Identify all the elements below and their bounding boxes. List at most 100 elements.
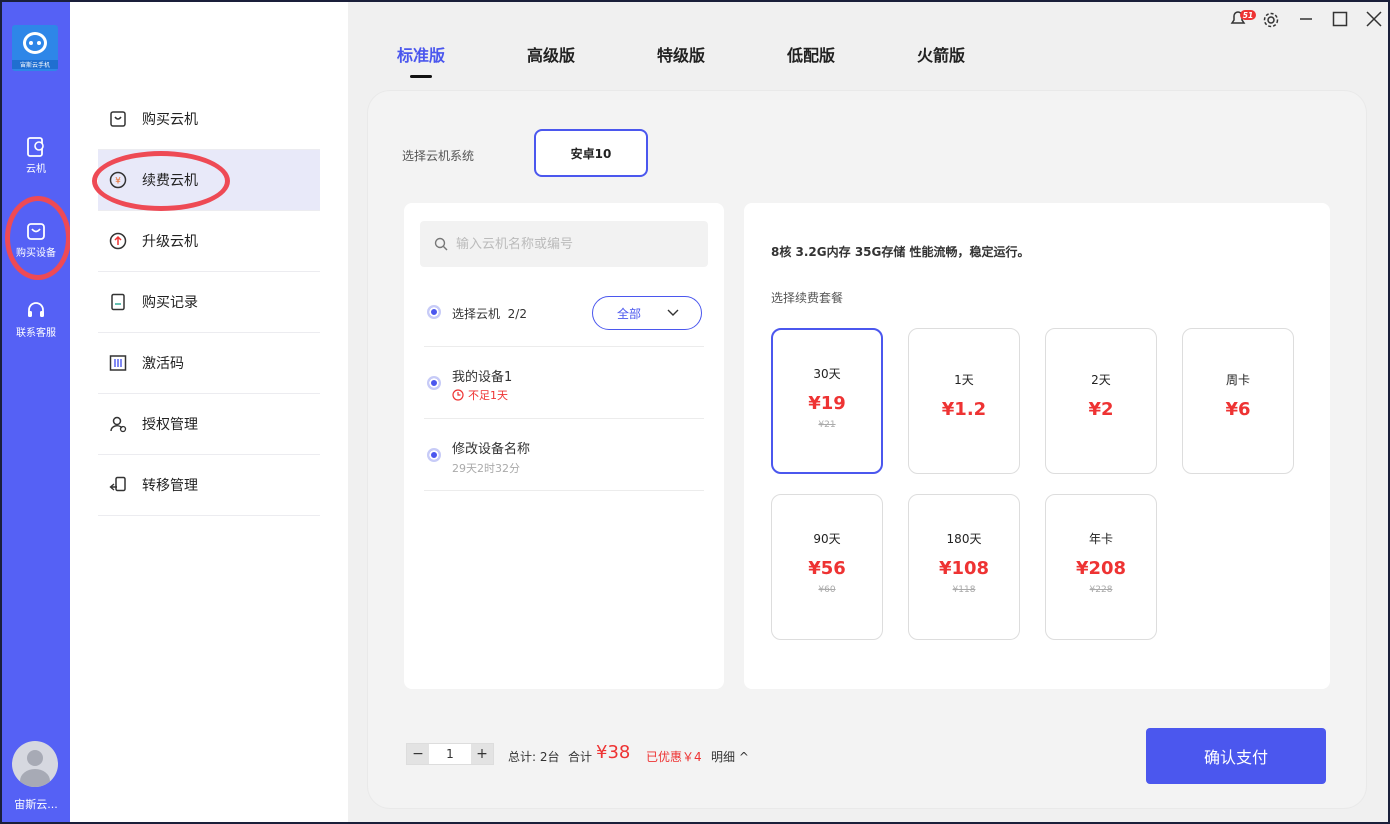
bag-icon (108, 109, 128, 129)
select-label-text: 选择云机 (452, 307, 501, 321)
sub-menu: 购买云机 ¥ 续费云机 升级云机 购买记录 激活码 授权管理 转移管理 (70, 2, 348, 822)
total-count: 总计: 2台 (508, 750, 560, 764)
system-label: 选择云机系统 (402, 149, 475, 163)
plan-option-180d[interactable]: 180天 ¥108 ¥118 (908, 494, 1020, 640)
plan-name: 180天 (946, 532, 982, 546)
confirm-pay-button[interactable]: 确认支付 (1146, 728, 1326, 784)
plan-original-price: ¥21 (818, 420, 836, 430)
maximize-icon[interactable] (1332, 11, 1348, 31)
plan-option-30d[interactable]: 30天 ¥19 ¥21 (771, 328, 883, 474)
highlight-ring (92, 151, 230, 211)
menu-item-buy[interactable]: 购买云机 (98, 89, 320, 150)
notification-badge: 51 (1243, 11, 1253, 20)
tab-premium[interactable]: 特级版 (657, 42, 705, 66)
notification-bell-icon[interactable]: 51 (1229, 8, 1259, 32)
app-logo: 宙斯云手机 (12, 25, 58, 71)
tab-advanced[interactable]: 高级版 (527, 42, 575, 66)
menu-item-label: 转移管理 (142, 478, 198, 494)
menu-item-upgrade[interactable]: 升级云机 (98, 211, 320, 272)
user-lock-icon (108, 414, 128, 434)
close-icon[interactable] (1366, 11, 1382, 31)
menu-item-label: 激活码 (142, 356, 184, 372)
minimize-icon[interactable] (1298, 11, 1314, 31)
select-count: 2/2 (507, 307, 527, 321)
menu-item-transfer[interactable]: 转移管理 (98, 455, 320, 516)
divider (424, 418, 704, 419)
menu-item-activation[interactable]: 激活码 (98, 333, 320, 394)
quantity-value[interactable]: 1 (429, 744, 471, 764)
filter-dropdown[interactable]: 全部 (592, 296, 702, 330)
plan-price: ¥56 (808, 558, 846, 579)
select-all-radio[interactable] (427, 305, 441, 319)
plan-name: 1天 (954, 373, 974, 387)
plan-name: 周卡 (1225, 373, 1250, 387)
plan-option-week[interactable]: 周卡 ¥6 (1182, 328, 1294, 474)
version-tabs: 标准版 高级版 特级版 低配版 火箭版 51 (348, 2, 1388, 90)
device-radio[interactable] (427, 376, 441, 390)
upgrade-arrow-icon (108, 231, 128, 251)
device-status-text: 不足1天 (468, 389, 508, 402)
quantity-stepper: − 1 + (406, 743, 494, 765)
system-option-button[interactable]: 安卓10 (534, 129, 648, 177)
menu-item-label: 购买记录 (142, 295, 198, 311)
divider (424, 490, 704, 491)
device-name: 我的设备1 (452, 370, 513, 385)
main-content: 标准版 高级版 特级版 低配版 火箭版 51 选择云机系统 安卓10 输入云机名… (348, 2, 1388, 822)
transfer-icon (108, 475, 128, 495)
device-radio[interactable] (427, 448, 441, 462)
menu-item-authorization[interactable]: 授权管理 (98, 394, 320, 455)
plan-price: ¥6 (1225, 399, 1251, 420)
plan-price: ¥2 (1088, 399, 1114, 420)
device-name: 修改设备名称 (452, 442, 531, 457)
search-icon (434, 237, 448, 251)
rail-item-label: 联系客服 (16, 328, 56, 339)
plan-name: 年卡 (1088, 532, 1113, 546)
decrement-button[interactable]: − (407, 744, 429, 764)
plan-price: ¥1.2 (941, 399, 987, 420)
plan-option-2d[interactable]: 2天 ¥2 (1045, 328, 1157, 474)
sum-label: 合计 (568, 750, 593, 764)
plan-original-price: ¥60 (818, 585, 836, 595)
plan-card: 8核 3.2G内存 35G存储 性能流畅，稳定运行。 选择续费套餐 30天 ¥1… (744, 203, 1330, 689)
discount-text: 已优惠￥4 (646, 750, 702, 764)
rail-item-cloud[interactable]: 云机 (2, 136, 70, 175)
select-label: 选择云机 2/2 (452, 305, 527, 322)
highlight-ring (5, 196, 71, 280)
increment-button[interactable]: + (471, 744, 493, 764)
tab-standard[interactable]: 标准版 (397, 42, 445, 66)
chevron-down-icon (667, 309, 679, 316)
active-tab-indicator (410, 75, 432, 78)
menu-item-label: 购买云机 (142, 112, 198, 128)
plan-name: 30天 (813, 367, 841, 381)
plan-price: ¥19 (808, 393, 846, 414)
divider (424, 346, 704, 347)
user-name: 宙斯云... (14, 798, 58, 811)
plan-original-price: ¥228 (1089, 585, 1113, 595)
plan-name: 90天 (813, 532, 841, 546)
plan-name: 2天 (1091, 373, 1111, 387)
rail-item-support[interactable]: 联系客服 (2, 300, 70, 339)
barcode-icon (108, 353, 128, 373)
menu-item-records[interactable]: 购买记录 (98, 272, 320, 333)
menu-item-label: 升级云机 (142, 234, 198, 250)
plan-label: 选择续费套餐 (771, 291, 844, 305)
gear-icon[interactable] (1262, 11, 1280, 33)
clock-icon (452, 389, 464, 401)
plan-option-90d[interactable]: 90天 ¥56 ¥60 (771, 494, 883, 640)
app-window: 宙斯云手机 云机 购买设备 联系客服 宙斯云... 购买云机 ¥ 续费云机 升级… (2, 2, 1388, 822)
plan-option-1d[interactable]: 1天 ¥1.2 (908, 328, 1020, 474)
detail-toggle[interactable]: 明细 ^ (711, 748, 749, 765)
headset-icon (28, 302, 44, 317)
plan-original-price: ¥118 (952, 585, 976, 595)
search-input[interactable] (456, 236, 676, 252)
sum-value: ¥38 (596, 742, 631, 763)
device-search[interactable] (420, 221, 708, 267)
avatar[interactable] (12, 741, 58, 787)
plan-option-year[interactable]: 年卡 ¥208 ¥228 (1045, 494, 1157, 640)
tab-rocket[interactable]: 火箭版 (917, 42, 965, 66)
menu-item-label: 授权管理 (142, 417, 198, 433)
spec-text: 8核 3.2G内存 35G存储 性能流畅，稳定运行。 (771, 245, 1030, 259)
tab-low-spec[interactable]: 低配版 (787, 42, 835, 66)
robot-icon (23, 32, 47, 54)
device-remaining: 29天2时32分 (452, 462, 520, 475)
